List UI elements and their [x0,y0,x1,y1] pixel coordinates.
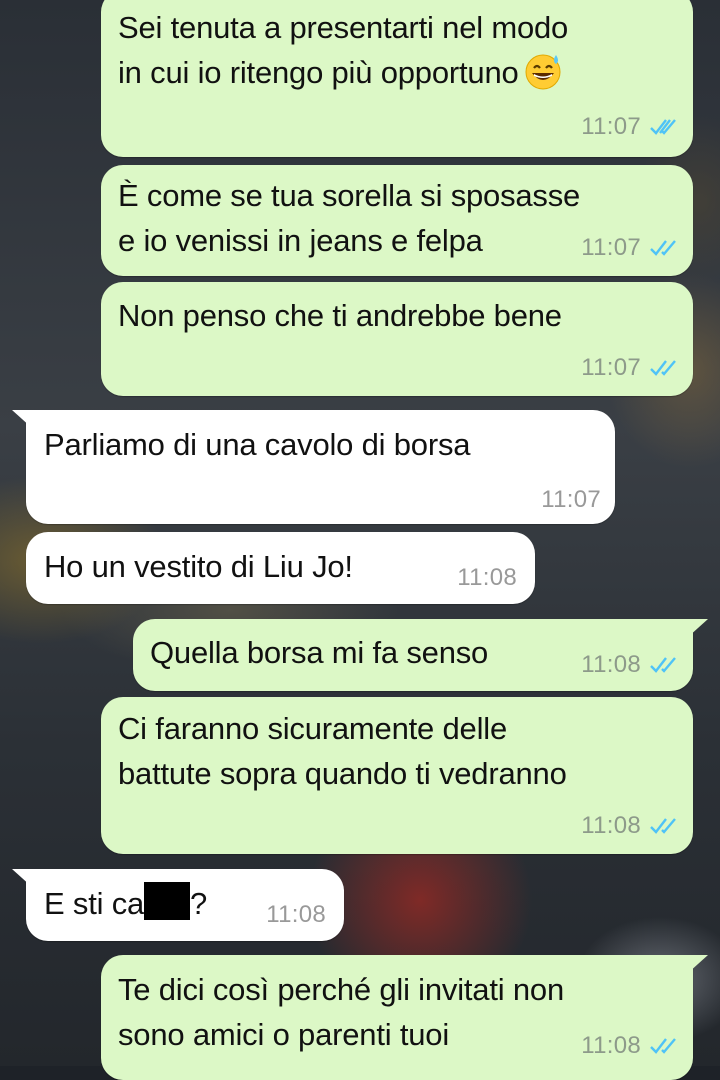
message-bubble-outgoing[interactable]: Sei tenuta a presentarti nel modo in cui… [101,0,693,157]
message-bubble-outgoing[interactable]: Non penso che ti andrebbe bene 11:07 [101,282,693,396]
double-check-read-icon [650,1038,676,1054]
double-check-read-icon [650,657,676,673]
message-meta: 11:08 [266,901,326,929]
message-bubble-outgoing[interactable]: È come se tua sorella si sposasse e io v… [101,165,693,276]
double-check-read-icon [650,240,676,256]
double-check-read-icon [650,360,676,376]
message-time: 11:08 [266,901,326,928]
bubble-tail [688,955,708,973]
message-meta: 11:08 [581,1032,679,1060]
message-time: 11:08 [457,564,517,591]
message-bubble-incoming[interactable]: E sti ca? 11:08 [26,869,344,941]
message-text: Te dici così perché gli invitati non son… [118,972,564,1052]
message-bubble-incoming[interactable]: Parliamo di una cavolo di borsa 11:07 [26,410,615,524]
message-bubble-outgoing[interactable]: Ci faranno sicuramente delle battute sop… [101,697,693,854]
message-bubble-outgoing[interactable]: Te dici così perché gli invitati non son… [101,955,693,1080]
message-meta: 11:07 [541,486,601,514]
message-time: 11:07 [581,354,641,381]
message-time: 11:08 [581,651,641,678]
message-bubble-outgoing[interactable]: Quella borsa mi fa senso 11:08 [133,619,693,691]
double-check-read-icon [650,818,676,834]
message-meta: 11:07 [581,354,679,382]
message-meta: 11:07 [581,234,679,262]
message-meta: 11:08 [581,812,679,840]
bubble-tail [12,410,32,428]
message-text: È come se tua sorella si sposasse e io v… [118,178,581,258]
message-text: Ci faranno sicuramente delle battute sop… [118,711,567,791]
message-meta: 11:08 [581,651,679,679]
message-meta: 11:07 [581,113,679,141]
message-text: Ho un vestito di Liu Jo! [44,549,353,584]
double-check-read-icon [650,119,676,135]
message-text: E sti ca? [44,881,207,926]
message-text: Sei tenuta a presentarti nel modo in cui… [118,10,569,90]
message-time: 11:07 [581,234,641,261]
message-time: 11:07 [581,113,641,140]
message-text: Non penso che ti andrebbe bene [118,298,562,333]
grinning-sweat-icon [525,54,561,90]
bubble-tail [688,619,708,637]
message-bubble-incoming[interactable]: Ho un vestito di Liu Jo! 11:08 [26,532,535,604]
message-time: 11:08 [581,1032,641,1059]
message-text: Parliamo di una cavolo di borsa [44,427,471,462]
message-time: 11:07 [541,486,601,513]
message-time: 11:08 [581,812,641,839]
message-meta: 11:08 [457,564,517,592]
message-text: Quella borsa mi fa senso [150,635,489,670]
redaction-block [144,882,191,920]
bubble-tail [12,869,32,887]
